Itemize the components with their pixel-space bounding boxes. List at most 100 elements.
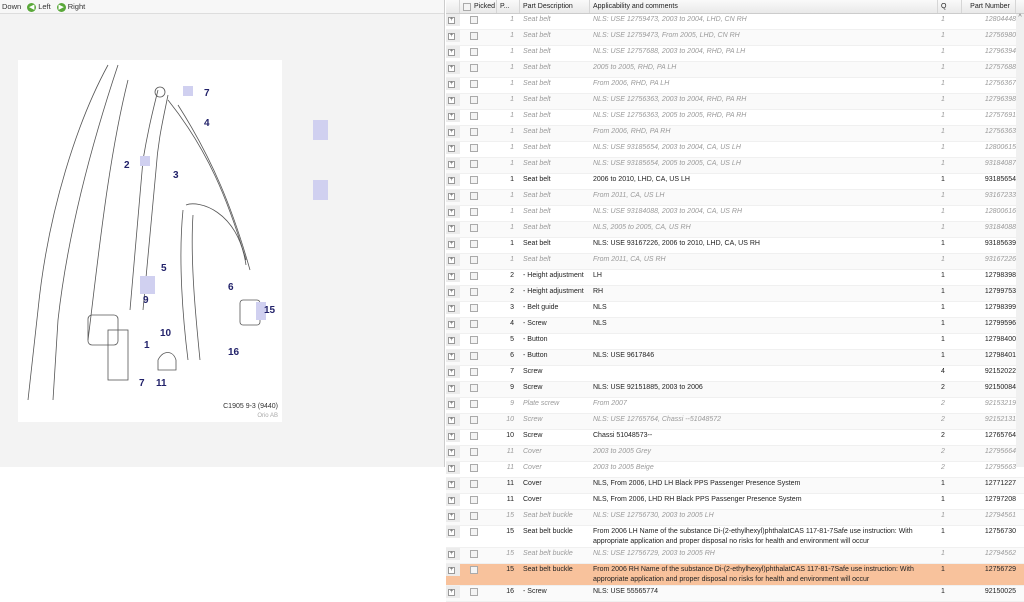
table-row[interactable]: +1 Seat belt NLS: USE 12756363, 2005 to 20… bbox=[446, 110, 1024, 126]
picked-cell[interactable] bbox=[460, 564, 497, 579]
expand-cell[interactable]: + bbox=[446, 586, 460, 598]
picked-checkbox[interactable] bbox=[470, 80, 478, 88]
table-row[interactable]: +1 Seat belt From 2006, RHD, PA RH 1 1275636… bbox=[446, 126, 1024, 142]
picked-cell[interactable] bbox=[460, 62, 497, 77]
picked-checkbox[interactable] bbox=[470, 272, 478, 280]
table-row[interactable]: +10 Screw NLS: USE 12765764, Chassi --5104… bbox=[446, 414, 1024, 430]
picked-cell[interactable] bbox=[460, 174, 497, 189]
picked-cell[interactable] bbox=[460, 270, 497, 285]
picked-cell[interactable] bbox=[460, 430, 497, 445]
expand-cell[interactable]: + bbox=[446, 446, 460, 458]
table-row[interactable]: +11 Cover 2003 to 2005 Grey 2 12795664 bbox=[446, 446, 1024, 462]
hotspot[interactable] bbox=[313, 120, 328, 140]
picked-cell[interactable] bbox=[460, 382, 497, 397]
table-row[interactable]: +10 Screw Chassi 51048573-- 2 12765764 bbox=[446, 430, 1024, 446]
expand-icon[interactable]: + bbox=[448, 113, 455, 120]
picked-checkbox[interactable] bbox=[470, 224, 478, 232]
picked-cell[interactable] bbox=[460, 14, 497, 29]
scrollbar[interactable]: ^ bbox=[1016, 14, 1024, 467]
picked-cell[interactable] bbox=[460, 446, 497, 461]
picked-checkbox[interactable] bbox=[470, 288, 478, 296]
expand-icon[interactable]: + bbox=[448, 449, 455, 456]
expand-icon[interactable]: + bbox=[448, 209, 455, 216]
picked-checkbox[interactable] bbox=[470, 128, 478, 136]
header-applicability[interactable]: Applicability and comments bbox=[590, 0, 938, 13]
expand-icon[interactable]: + bbox=[448, 241, 455, 248]
callout-label[interactable]: 15 bbox=[264, 305, 275, 316]
picked-checkbox[interactable] bbox=[470, 144, 478, 152]
table-row[interactable]: +1 Seat belt NLS: USE 93185654, 2005 to 20… bbox=[446, 158, 1024, 174]
expand-cell[interactable]: + bbox=[446, 548, 460, 560]
picked-cell[interactable] bbox=[460, 350, 497, 365]
picked-cell[interactable] bbox=[460, 158, 497, 173]
table-row[interactable]: +7 Screw 4 92152022 bbox=[446, 366, 1024, 382]
picked-checkbox[interactable] bbox=[470, 160, 478, 168]
picked-checkbox[interactable] bbox=[470, 256, 478, 264]
expand-cell[interactable]: + bbox=[446, 30, 460, 42]
picked-checkbox[interactable] bbox=[470, 32, 478, 40]
header-picked[interactable]: Picked bbox=[460, 0, 497, 13]
expand-cell[interactable]: + bbox=[446, 238, 460, 250]
table-row[interactable]: +1 Seat belt NLS: USE 93185654, 2003 to 20… bbox=[446, 142, 1024, 158]
expand-cell[interactable]: + bbox=[446, 94, 460, 106]
picked-checkbox[interactable] bbox=[470, 400, 478, 408]
callout-7[interactable] bbox=[183, 86, 193, 96]
picked-checkbox[interactable] bbox=[470, 320, 478, 328]
callout-2[interactable] bbox=[140, 156, 150, 166]
header-description[interactable]: Part Description bbox=[520, 0, 590, 13]
expand-icon[interactable]: + bbox=[448, 353, 455, 360]
expand-icon[interactable]: + bbox=[448, 513, 455, 520]
expand-cell[interactable]: + bbox=[446, 78, 460, 90]
down-button[interactable]: Down bbox=[2, 2, 21, 11]
picked-cell[interactable] bbox=[460, 366, 497, 381]
picked-checkbox[interactable] bbox=[470, 16, 478, 24]
callout-label[interactable]: 2 bbox=[124, 160, 130, 171]
picked-checkbox[interactable] bbox=[470, 464, 478, 472]
expand-cell[interactable]: + bbox=[446, 142, 460, 154]
expand-cell[interactable]: + bbox=[446, 318, 460, 330]
table-row[interactable]: +15 Seat belt buckle From 2006 RH Name of … bbox=[446, 564, 1024, 586]
picked-checkbox[interactable] bbox=[470, 384, 478, 392]
callout-label[interactable]: 1 bbox=[144, 340, 150, 351]
expand-cell[interactable]: + bbox=[446, 158, 460, 170]
table-row[interactable]: +4 - Screw NLS 1 12799596 bbox=[446, 318, 1024, 334]
header-pos[interactable]: P... bbox=[497, 0, 520, 13]
header-qty[interactable]: Q bbox=[938, 0, 962, 13]
callout-label[interactable]: 5 bbox=[161, 263, 167, 274]
select-all-checkbox[interactable] bbox=[463, 2, 471, 11]
expand-icon[interactable]: + bbox=[448, 193, 455, 200]
table-row[interactable]: +1 Seat belt NLS: USE 93184088, 2003 to 20… bbox=[446, 206, 1024, 222]
picked-cell[interactable] bbox=[460, 142, 497, 157]
expand-icon[interactable]: + bbox=[448, 401, 455, 408]
picked-cell[interactable] bbox=[460, 526, 497, 541]
picked-checkbox[interactable] bbox=[470, 176, 478, 184]
expand-icon[interactable]: + bbox=[448, 305, 455, 312]
callout-label[interactable]: 9 bbox=[143, 295, 149, 306]
table-row[interactable]: +1 Seat belt NLS: USE 12756363, 2003 to 20… bbox=[446, 94, 1024, 110]
expand-cell[interactable]: + bbox=[446, 398, 460, 410]
picked-checkbox[interactable] bbox=[470, 352, 478, 360]
expand-icon[interactable]: + bbox=[448, 65, 455, 72]
picked-cell[interactable] bbox=[460, 510, 497, 525]
table-row[interactable]: +1 Seat belt 2006 to 2010, LHD, CA, US LH 1… bbox=[446, 174, 1024, 190]
table-row[interactable]: +1 Seat belt NLS: USE 93167226, 2006 to 20… bbox=[446, 238, 1024, 254]
expand-cell[interactable]: + bbox=[446, 510, 460, 522]
callout-label[interactable]: 4 bbox=[204, 118, 210, 129]
expand-icon[interactable]: + bbox=[448, 337, 455, 344]
picked-cell[interactable] bbox=[460, 30, 497, 45]
expand-icon[interactable]: + bbox=[448, 49, 455, 56]
table-row[interactable]: +5 - Button 1 12798400 bbox=[446, 334, 1024, 350]
expand-icon[interactable]: + bbox=[448, 17, 455, 24]
picked-checkbox[interactable] bbox=[470, 96, 478, 104]
expand-cell[interactable]: + bbox=[446, 286, 460, 298]
expand-cell[interactable]: + bbox=[446, 46, 460, 58]
expand-icon[interactable]: + bbox=[448, 529, 455, 536]
picked-checkbox[interactable] bbox=[470, 336, 478, 344]
picked-cell[interactable] bbox=[460, 494, 497, 509]
picked-checkbox[interactable] bbox=[470, 64, 478, 72]
picked-cell[interactable] bbox=[460, 398, 497, 413]
table-row[interactable]: +15 Seat belt buckle NLS: USE 12756729, 20… bbox=[446, 548, 1024, 564]
expand-cell[interactable]: + bbox=[446, 174, 460, 186]
table-row[interactable]: +9 Plate screw From 2007 2 92153219 bbox=[446, 398, 1024, 414]
expand-icon[interactable]: + bbox=[448, 145, 455, 152]
